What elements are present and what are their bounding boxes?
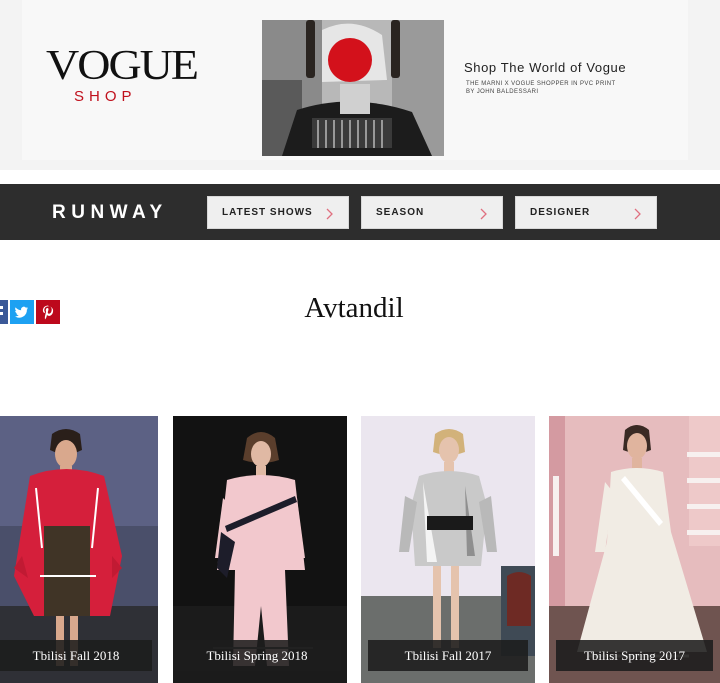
latest-shows-button[interactable]: LATEST SHOWS	[207, 196, 349, 229]
chevron-right-icon	[480, 208, 487, 220]
designer-button[interactable]: DESIGNER	[515, 196, 657, 229]
season-label: SEASON	[376, 207, 425, 218]
show-caption: Tbilisi Fall 2018	[0, 640, 152, 671]
chevron-right-icon	[634, 208, 641, 220]
show-caption: Tbilisi Spring 2017	[556, 640, 713, 671]
show-card[interactable]: Tbilisi Spring 2018	[173, 416, 347, 683]
vogue-logo[interactable]: VOGUE	[46, 43, 199, 86]
chevron-right-icon	[326, 208, 333, 220]
runway-navigation-bar: RUNWAY LATEST SHOWS SEASON DESIGNER	[0, 184, 720, 240]
bag-strap-right	[391, 20, 400, 78]
show-card[interactable]: Tbilisi Fall 2018	[0, 416, 158, 683]
shop-logo-text: SHOP	[74, 88, 137, 105]
ad-subtitle-line2: BY JOHN BALDESSARI	[466, 89, 539, 95]
show-caption: Tbilisi Fall 2017	[368, 640, 528, 671]
show-card[interactable]: Tbilisi Spring 2017	[549, 416, 720, 683]
page-title: Avtandil	[304, 292, 404, 324]
bag-strap-left	[306, 20, 315, 78]
season-button[interactable]: SEASON	[361, 196, 503, 229]
show-caption: Tbilisi Spring 2018	[173, 640, 341, 671]
show-card[interactable]: Tbilisi Fall 2017	[361, 416, 535, 683]
latest-shows-label: LATEST SHOWS	[222, 207, 313, 218]
bag-artwork	[262, 20, 444, 156]
ad-headline[interactable]: Shop The World of Vogue	[464, 60, 626, 75]
advertisement-banner[interactable]: VOGUE SHOP Shop The World of Vogue THE M…	[0, 0, 720, 170]
runway-title[interactable]: RUNWAY	[52, 202, 168, 224]
designer-label: DESIGNER	[530, 207, 591, 218]
ad-subtitle-line1: THE MARNI X VOGUE SHOPPER IN PVC PRINT	[466, 81, 616, 87]
shopper-bag-image[interactable]	[262, 20, 444, 156]
ad-subtitle: THE MARNI X VOGUE SHOPPER IN PVC PRINT B…	[466, 80, 666, 96]
